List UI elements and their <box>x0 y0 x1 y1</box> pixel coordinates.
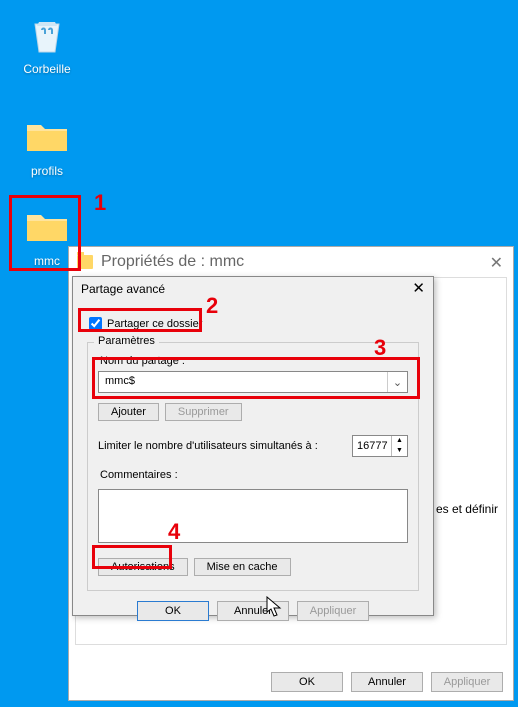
folder-mini-icon <box>77 255 93 269</box>
adv-apply-button: Appliquer <box>297 601 369 621</box>
share-name-combo[interactable]: mmc$ ⌄ <box>98 371 408 393</box>
comments-label: Commentaires : <box>100 469 408 481</box>
close-icon[interactable]: ✕ <box>412 279 425 297</box>
properties-cancel-button[interactable]: Annuler <box>351 672 423 692</box>
folder-icon <box>23 202 71 250</box>
advanced-sharing-titlebar[interactable]: Partage avancé ✕ <box>73 277 433 301</box>
peek-text: es et définir <box>436 502 498 516</box>
close-icon[interactable]: ✕ <box>490 253 503 273</box>
share-name-value: mmc$ <box>99 372 387 392</box>
properties-title: Propriétés de : mmc <box>101 253 244 271</box>
properties-ok-button[interactable]: OK <box>271 672 343 692</box>
limit-spinner[interactable]: 16777 ▲ ▼ <box>352 435 408 457</box>
share-name-label: Nom du partage : <box>100 355 408 367</box>
desktop-icon-profils[interactable]: profils <box>12 112 82 178</box>
parameters-fieldset: Paramètres Nom du partage : mmc$ ⌄ Ajout… <box>87 342 419 591</box>
desktop-icon-label: profils <box>12 164 82 178</box>
properties-titlebar[interactable]: Propriétés de : mmc ✕ <box>69 247 513 277</box>
limit-value: 16777 <box>353 440 391 452</box>
adv-ok-button[interactable]: OK <box>137 601 209 621</box>
adv-cancel-button[interactable]: Annuler <box>217 601 289 621</box>
spinner-down-icon[interactable]: ▼ <box>392 446 407 456</box>
comments-textarea[interactable] <box>98 489 408 543</box>
remove-button: Supprimer <box>165 403 242 421</box>
advanced-sharing-dialog: Partage avancé ✕ Partager ce dossier Par… <box>72 276 434 616</box>
parameters-legend: Paramètres <box>94 335 159 347</box>
advanced-sharing-title: Partage avancé <box>81 282 165 296</box>
annotation-number-1: 1 <box>94 190 106 216</box>
desktop-icon-recycle-bin[interactable]: Corbeille <box>12 10 82 76</box>
add-button[interactable]: Ajouter <box>98 403 159 421</box>
chevron-down-icon[interactable]: ⌄ <box>387 372 407 392</box>
spinner-up-icon[interactable]: ▲ <box>392 436 407 446</box>
share-folder-checkbox-row[interactable]: Partager ce dossier <box>89 317 419 330</box>
recycle-bin-icon <box>23 10 71 58</box>
cache-button[interactable]: Mise en cache <box>194 558 291 576</box>
desktop-icon-label: Corbeille <box>12 62 82 76</box>
share-folder-label: Partager ce dossier <box>107 318 202 330</box>
folder-icon <box>23 112 71 160</box>
permissions-button[interactable]: Autorisations <box>98 558 188 576</box>
limit-label: Limiter le nombre d'utilisateurs simulta… <box>98 440 318 452</box>
properties-apply-button: Appliquer <box>431 672 503 692</box>
share-folder-checkbox[interactable] <box>89 317 102 330</box>
